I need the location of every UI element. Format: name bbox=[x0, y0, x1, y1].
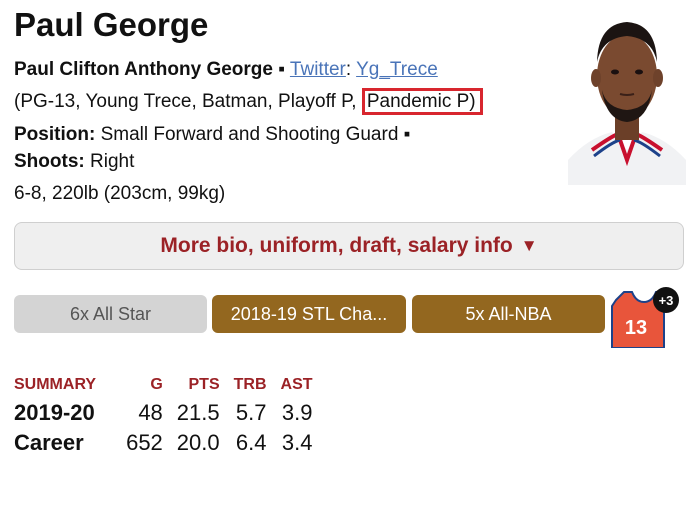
cell-ast: 3.4 bbox=[281, 430, 313, 455]
jersey-number: 13 bbox=[625, 317, 647, 339]
cell-pts: 21.5 bbox=[176, 400, 220, 425]
summary-header-row: SUMMARY G PTS TRB AST bbox=[14, 376, 327, 400]
twitter-handle-link[interactable]: Yg_Trece bbox=[356, 59, 438, 80]
cell-trb: 6.4 bbox=[235, 430, 267, 455]
highlighted-nickname: Pandemic P) bbox=[361, 88, 483, 115]
cell-pts: 20.0 bbox=[176, 430, 220, 455]
header-pts: PTS bbox=[188, 376, 220, 393]
badge-all-star[interactable]: 6x All Star bbox=[14, 295, 207, 333]
caret-down-icon: ▼ bbox=[520, 236, 538, 255]
jersey-icon[interactable]: 13 +3 bbox=[610, 286, 680, 348]
shoots-label: Shoots: bbox=[14, 151, 85, 172]
cell-g: 652 bbox=[126, 430, 163, 455]
position-line: Position: Small Forward and Shooting Gua… bbox=[14, 124, 410, 146]
twitter-link[interactable]: Twitter bbox=[290, 59, 346, 80]
header-summary: SUMMARY bbox=[14, 376, 97, 393]
cell-g: 48 bbox=[138, 400, 163, 425]
row-label: 2019-20 bbox=[14, 400, 95, 425]
header-trb: TRB bbox=[233, 376, 267, 393]
cell-trb: 5.7 bbox=[235, 400, 267, 425]
player-name: Paul George bbox=[14, 6, 209, 43]
shoots-value: Right bbox=[90, 151, 135, 172]
shoots-line: Shoots: Right bbox=[14, 151, 134, 173]
nicknames-line: (PG-13, Young Trece, Batman, Playoff P, … bbox=[14, 88, 483, 115]
badge-all-nba[interactable]: 5x All-NBA bbox=[412, 295, 605, 333]
position-value: Small Forward and Shooting Guard bbox=[100, 124, 399, 145]
full-name-line: Paul Clifton Anthony George ▪ Twitter: Y… bbox=[14, 59, 438, 81]
nicknames-text: (PG-13, Young Trece, Batman, Playoff P, bbox=[14, 91, 362, 112]
height-weight: 6-8, 220lb (203cm, 99kg) bbox=[14, 183, 226, 204]
cell-ast: 3.9 bbox=[281, 400, 313, 425]
colon: : bbox=[345, 59, 357, 80]
summary-table: SUMMARY G PTS TRB AST 2019-20 48 21.5 5.… bbox=[14, 376, 327, 460]
full-name: Paul Clifton Anthony George bbox=[14, 59, 273, 80]
header-g: G bbox=[150, 376, 163, 393]
table-row: 2019-20 48 21.5 5.7 3.9 bbox=[14, 400, 327, 430]
separator: ▪ bbox=[403, 124, 411, 145]
separator: ▪ bbox=[278, 59, 290, 80]
more-bio-label: More bio, uniform, draft, salary info bbox=[160, 234, 513, 257]
player-photo bbox=[568, 10, 686, 185]
jersey-count-badge: +3 bbox=[659, 293, 674, 308]
position-label: Position: bbox=[14, 124, 96, 145]
row-label: Career bbox=[14, 430, 84, 455]
badge-stl-champ[interactable]: 2018-19 STL Cha... bbox=[212, 295, 406, 333]
more-bio-button[interactable]: More bio, uniform, draft, salary info ▼ bbox=[14, 222, 684, 270]
table-row: Career 652 20.0 6.4 3.4 bbox=[14, 430, 327, 460]
header-ast: AST bbox=[280, 376, 313, 393]
